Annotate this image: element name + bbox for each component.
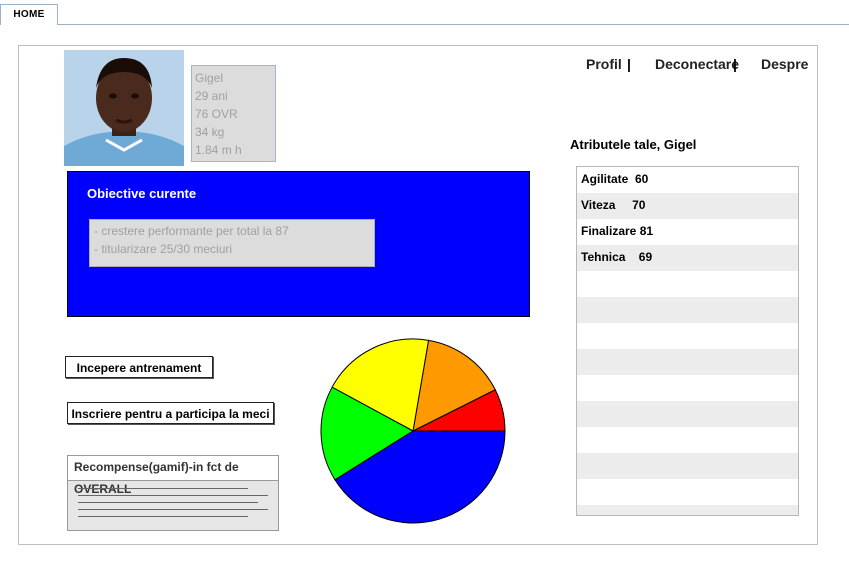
attribute-row (577, 427, 798, 453)
tab-bar-line (58, 24, 849, 25)
profile-ovr: 76 OVR (195, 107, 238, 121)
rewards-placeholder-text (78, 488, 268, 523)
avatar (64, 50, 184, 166)
profile-info: Gigel 29 ani 76 OVR 34 kg 1.84 m h (191, 65, 276, 162)
profile-name: Gigel (195, 71, 224, 85)
profile-height: 1.84 m h (195, 143, 242, 157)
tab-home[interactable]: HOME (0, 4, 58, 25)
register-match-button[interactable]: Inscriere pentru a participa la meci (67, 402, 274, 424)
attribute-row (577, 323, 798, 349)
attributes-table: Agilitate 60 Viteza 70 Finalizare 81 Teh… (576, 166, 799, 516)
attribute-row (577, 297, 798, 323)
attribute-row: Tehnica 69 (577, 245, 798, 271)
profile-age: 29 ani (195, 89, 228, 103)
nav-separator: | (627, 56, 631, 72)
attribute-row (577, 505, 798, 515)
attribute-row (577, 349, 798, 375)
objectives-panel: Obiective curente - crestere performante… (67, 171, 530, 317)
objectives-title: Obiective curente (87, 186, 197, 201)
attribute-row: Viteza 70 (577, 193, 798, 219)
nav-about-link[interactable]: Despre (761, 56, 808, 72)
attribute-row (577, 453, 798, 479)
start-training-button[interactable]: Incepere antrenament (65, 356, 213, 378)
rewards-panel: Recompense(gamif)-in fct de OVERALL (67, 455, 279, 531)
pie-chart (320, 338, 506, 524)
nav-profile-link[interactable]: Profil (586, 56, 622, 72)
objective-item: - titularizare 25/30 meciuri (94, 242, 233, 256)
objectives-list: - crestere performante per total la 87 -… (89, 219, 375, 267)
tab-bar: HOME (0, 0, 849, 25)
attribute-row: Agilitate 60 (577, 167, 798, 193)
objective-item: - crestere performante per total la 87 (94, 224, 289, 238)
nav-separator: | (733, 56, 737, 72)
attribute-row (577, 479, 798, 505)
rewards-title: Recompense(gamif)-in fct de OVERALL (68, 456, 278, 496)
attribute-row (577, 271, 798, 297)
profile-weight: 34 kg (195, 125, 225, 139)
avatar-image (64, 50, 184, 166)
attribute-row: Finalizare 81 (577, 219, 798, 245)
attribute-row (577, 375, 798, 401)
attribute-row (577, 401, 798, 427)
nav-logout-link[interactable]: Deconectare (655, 56, 739, 72)
attributes-title: Atributele tale, Gigel (570, 137, 697, 152)
